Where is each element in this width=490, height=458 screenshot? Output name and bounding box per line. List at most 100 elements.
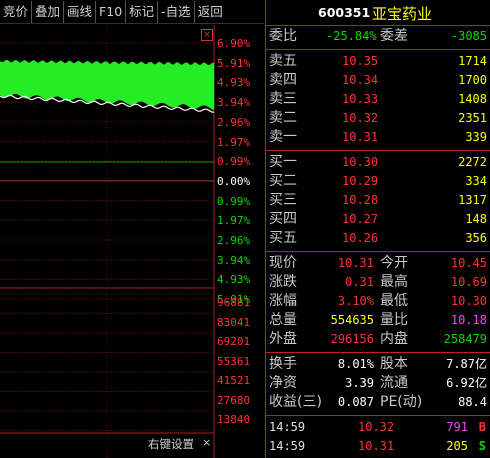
intraday-chart[interactable]: × 6.90% 5.91% 4.93% 3.94% 2.96% 1.97% 0.99% 0.0… — [0, 25, 264, 458]
quote-stat-row: 总量 554635 量比 10.18 — [266, 311, 490, 330]
price-axis-label: 2.96% — [217, 115, 251, 129]
quote-stat-value: 10.69 — [450, 275, 487, 289]
price-axis-label: 4.93% — [217, 76, 251, 90]
toolbar-button-auction[interactable]: 竞价 — [0, 1, 33, 23]
ask-list: 卖五 10.35 1714 卖四 10.34 1700 卖三 10.33 1408 卖二 10.32… — [266, 52, 490, 147]
quote-stat-label: 涨跌 — [269, 274, 297, 290]
toolbar-button-overlay[interactable]: 叠加 — [32, 1, 65, 23]
bid-price: 10.27 — [342, 212, 379, 226]
fundamental-stat-label: 收益(三) — [269, 394, 322, 410]
bid-volume: 1317 — [458, 193, 487, 207]
ask-price: 10.35 — [342, 54, 379, 68]
trade-price: 10.31 — [358, 439, 395, 453]
fundamental-stat-label: 流通 — [380, 375, 408, 391]
bid-volume: 148 — [465, 212, 487, 226]
price-axis-label: 6.90% — [217, 37, 251, 50]
ask-volume: 1700 — [458, 73, 487, 87]
ask-row[interactable]: 卖四 10.34 1700 — [266, 71, 490, 90]
fundamental-stat-row: 换手 8.01% 股本 7.87亿 — [266, 355, 490, 374]
order-ratio-row: 委比 -25.84% 委差 -3085 — [266, 27, 490, 46]
toolbar-button-draw-line[interactable]: 画线 — [64, 1, 97, 23]
fundamental-stat-value: 88.4 — [458, 395, 487, 409]
ask-row[interactable]: 卖三 10.33 1408 — [266, 90, 490, 109]
bid-label: 买四 — [269, 211, 297, 227]
price-axis-label: 3.94% — [217, 253, 251, 267]
quote-stat-value: 554635 — [330, 313, 374, 327]
trade-time: 14:59 — [269, 439, 306, 453]
fundamental-stat-value: 8.01% — [337, 357, 374, 371]
price-axis-label: 3.94% — [217, 96, 251, 110]
quote-stat-value: 10.18 — [450, 313, 487, 327]
bid-row[interactable]: 买四 10.27 148 — [266, 210, 490, 229]
ask-volume: 339 — [465, 130, 487, 144]
quote-stat-label: 内盘 — [380, 331, 408, 347]
quote-stat-label: 最高 — [380, 274, 408, 290]
price-axis-label: 0.00% — [217, 174, 251, 188]
right-click-settings-hint[interactable]: 右键设置 — [148, 436, 194, 452]
price-axis-label: 0.99% — [217, 155, 251, 169]
bid-row[interactable]: 买三 10.28 1317 — [266, 191, 490, 210]
quote-stat-value: 296156 — [330, 332, 374, 346]
tick-trade-row: 14:59 10.31 205 S — [266, 437, 490, 456]
fundamental-stat-label: 股本 — [380, 356, 408, 372]
bid-row[interactable]: 买一 10.30 2272 — [266, 153, 490, 172]
bid-row[interactable]: 买五 10.26 356 — [266, 229, 490, 248]
tick-trade-row: 14:59 10.32 791 B — [266, 418, 490, 437]
toolbar-button-f10[interactable]: F10 — [96, 1, 127, 23]
order-ratio-value: -25.84% — [326, 29, 377, 43]
price-axis-label: 1.97% — [217, 135, 251, 149]
toolbar-button-mark[interactable]: 标记 — [126, 1, 159, 23]
quote-stat-row: 涨幅 3.10% 最低 10.30 — [266, 292, 490, 311]
volume-axis-label: 13840 — [217, 413, 251, 426]
fundamental-stat-value: 7.87亿 — [446, 357, 487, 371]
ask-row[interactable]: 卖一 10.31 339 — [266, 128, 490, 147]
price-axis-label: 5.91% — [217, 56, 251, 70]
trade-time: 14:59 — [269, 420, 306, 434]
bid-price: 10.26 — [342, 231, 379, 245]
order-diff-value: -3085 — [450, 29, 487, 43]
fundamental-stat-value: 3.39 — [345, 376, 374, 390]
toolbar-button-back[interactable]: 返回 — [195, 1, 226, 23]
quote-stat-value: 258479 — [443, 332, 487, 346]
bid-price: 10.29 — [342, 174, 379, 188]
stock-code: 600351 — [318, 5, 371, 20]
fundamental-stat-value: 0.087 — [337, 395, 374, 409]
quote-stat-value: 10.31 — [337, 256, 374, 270]
bid-volume: 356 — [465, 231, 487, 245]
ask-volume: 2351 — [458, 111, 487, 125]
trade-volume: 791 — [446, 420, 468, 434]
ask-price: 10.34 — [342, 73, 379, 87]
close-icon[interactable]: × — [201, 29, 213, 41]
ask-label: 卖三 — [269, 91, 297, 107]
quote-stat-row: 现价 10.31 今开 10.45 — [266, 254, 490, 273]
volume-axis-label: 96881 — [217, 296, 251, 309]
stock-name: 亚宝药业 — [372, 5, 433, 23]
hint-close-icon[interactable]: × — [202, 436, 211, 449]
quote-stat-label: 最低 — [380, 293, 408, 309]
ask-label: 卖四 — [269, 72, 297, 88]
volume-axis-label: 27680 — [217, 393, 251, 407]
quote-stat-value: 3.10% — [337, 294, 374, 308]
bid-volume: 334 — [465, 174, 487, 188]
price-axis-label: 4.93% — [217, 273, 251, 287]
ask-label: 卖五 — [269, 53, 297, 69]
stats-list: 现价 10.31 今开 10.45 涨跌 0.31 最高 10.69 涨幅 3.10% 最低 10.3… — [266, 254, 490, 349]
bid-label: 买二 — [269, 173, 297, 189]
volume-axis-label: 55361 — [217, 354, 251, 368]
quote-stat-label: 总量 — [269, 312, 297, 328]
quote-stat-row: 外盘 296156 内盘 258479 — [266, 330, 490, 349]
order-diff-label: 委差 — [380, 28, 408, 44]
ask-row[interactable]: 卖二 10.32 2351 — [266, 109, 490, 128]
volume-axis-label: 69201 — [217, 335, 251, 348]
quote-stat-value: 0.31 — [345, 275, 374, 289]
volume-axis-label: 41521 — [217, 374, 251, 387]
quote-stat-row: 涨跌 0.31 最高 10.69 — [266, 273, 490, 292]
order-ratio-label: 委比 — [269, 28, 297, 44]
bid-price: 10.28 — [342, 193, 379, 207]
chart-toolbar: 竞价 叠加 画线 F10 标记 -自选 返回 — [0, 0, 264, 24]
tick-trades-list: 14:5910.32791B14:5910.31205S14:5910.3129… — [266, 418, 490, 458]
ask-row[interactable]: 卖五 10.35 1714 — [266, 52, 490, 71]
toolbar-button-remove-watchlist[interactable]: -自选 — [158, 1, 195, 23]
ask-price: 10.31 — [342, 130, 379, 144]
bid-row[interactable]: 买二 10.29 334 — [266, 172, 490, 191]
